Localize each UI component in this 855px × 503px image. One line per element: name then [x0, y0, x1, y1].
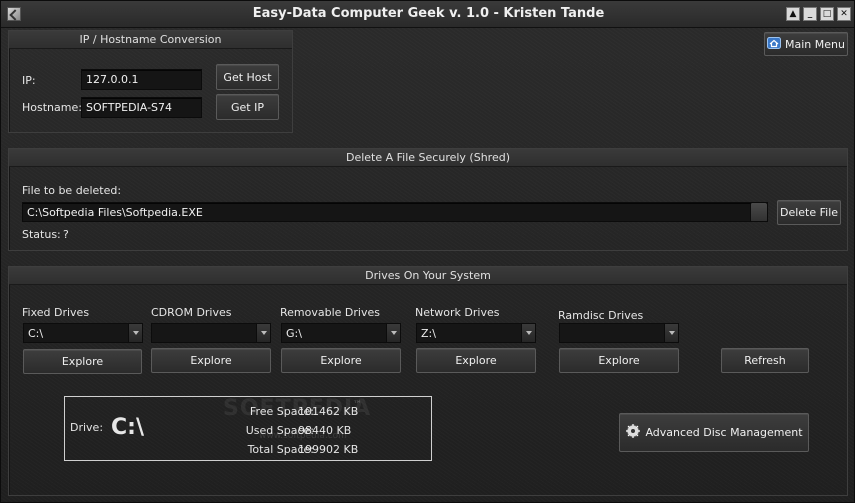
minimize-button[interactable]: _: [803, 7, 817, 21]
status-label: Status:: [22, 228, 61, 241]
network-drives-value: Z:\: [421, 327, 436, 340]
file-path-value: C:\Softpedia Files\Softpedia.EXE: [27, 206, 203, 219]
explore-network-label: Explore: [455, 354, 497, 367]
chevron-down-icon: [664, 324, 678, 342]
ip-label: IP:: [22, 74, 36, 87]
explore-network-button[interactable]: Explore: [416, 348, 536, 373]
explore-removable-label: Explore: [320, 354, 362, 367]
rollup-button[interactable]: ▲: [786, 7, 800, 21]
removable-drives-label: Removable Drives: [280, 306, 380, 319]
get-host-label: Get Host: [223, 70, 272, 84]
status-value: ?: [63, 228, 69, 241]
explore-cdrom-button[interactable]: Explore: [151, 348, 271, 373]
title-bar: Easy-Data Computer Geek v. 1.0 - Kristen…: [1, 1, 854, 28]
delete-file-button[interactable]: Delete File: [777, 200, 841, 225]
removable-drives-value: G:\: [286, 327, 302, 340]
home-icon: [767, 36, 782, 52]
refresh-label: Refresh: [744, 354, 786, 367]
file-path-scroll-handle[interactable]: [750, 203, 767, 221]
delete-file-label: Delete File: [779, 206, 839, 219]
get-host-button[interactable]: Get Host: [216, 64, 279, 90]
explore-fixed-button[interactable]: Explore: [23, 349, 142, 374]
cdrom-drives-select[interactable]: [151, 323, 271, 343]
cdrom-drives-label: CDROM Drives: [151, 306, 232, 319]
get-ip-label: Get IP: [231, 100, 264, 114]
network-drives-label: Network Drives: [415, 306, 500, 319]
file-to-delete-label: File to be deleted:: [22, 184, 122, 197]
disc-gear-icon: [625, 423, 641, 442]
ip-input[interactable]: 127.0.0.1: [81, 69, 202, 90]
file-path-input[interactable]: C:\Softpedia Files\Softpedia.EXE: [22, 202, 768, 222]
used-space-value: 98440 KB: [298, 424, 352, 437]
chevron-down-icon: [521, 324, 535, 342]
explore-removable-button[interactable]: Explore: [281, 348, 401, 373]
main-menu-label: Main Menu: [785, 37, 845, 51]
fixed-drives-label: Fixed Drives: [22, 306, 90, 319]
advanced-disc-management-label: Advanced Disc Management: [645, 426, 803, 439]
ip-conversion-header: IP / Hostname Conversion: [9, 31, 292, 49]
ramdisc-drives-select[interactable]: [559, 323, 679, 343]
explore-ramdisc-label: Explore: [598, 354, 640, 367]
total-space-value: 199902 KB: [298, 443, 359, 456]
app-window: Easy-Data Computer Geek v. 1.0 - Kristen…: [0, 0, 855, 503]
explore-ramdisc-button[interactable]: Explore: [559, 348, 679, 373]
fixed-drives-select[interactable]: C:\: [23, 323, 143, 343]
advanced-disc-management-button[interactable]: Advanced Disc Management: [619, 413, 809, 452]
drive-letter: C:\: [111, 415, 144, 440]
chevron-down-icon: [386, 324, 400, 342]
hostname-label: Hostname:: [22, 101, 82, 114]
explore-fixed-label: Explore: [61, 355, 104, 368]
fixed-drives-value: C:\: [28, 327, 44, 340]
drives-group: Drives On Your System: [8, 266, 848, 496]
shred-header: Delete A File Securely (Shred): [9, 149, 847, 167]
network-drives-select[interactable]: Z:\: [416, 323, 536, 343]
get-ip-button[interactable]: Get IP: [216, 94, 279, 120]
shred-group: Delete A File Securely (Shred): [8, 148, 848, 251]
explore-cdrom-label: Explore: [190, 354, 232, 367]
refresh-button[interactable]: Refresh: [721, 348, 809, 373]
main-menu-button[interactable]: Main Menu: [764, 32, 848, 56]
drive-label: Drive:: [70, 421, 104, 434]
chevron-down-icon: [256, 324, 270, 342]
close-button[interactable]: ✕: [837, 7, 851, 21]
removable-drives-select[interactable]: G:\: [281, 323, 401, 343]
drives-header: Drives On Your System: [9, 267, 847, 285]
ramdisc-drives-label: Ramdisc Drives: [558, 309, 644, 322]
window-title: Easy-Data Computer Geek v. 1.0 - Kristen…: [252, 6, 605, 21]
maximize-button[interactable]: □: [820, 7, 834, 21]
chevron-down-icon: [128, 324, 142, 342]
hostname-input[interactable]: SOFTPEDIA-S74: [81, 97, 202, 118]
free-space-value: 101462 KB: [298, 405, 359, 418]
